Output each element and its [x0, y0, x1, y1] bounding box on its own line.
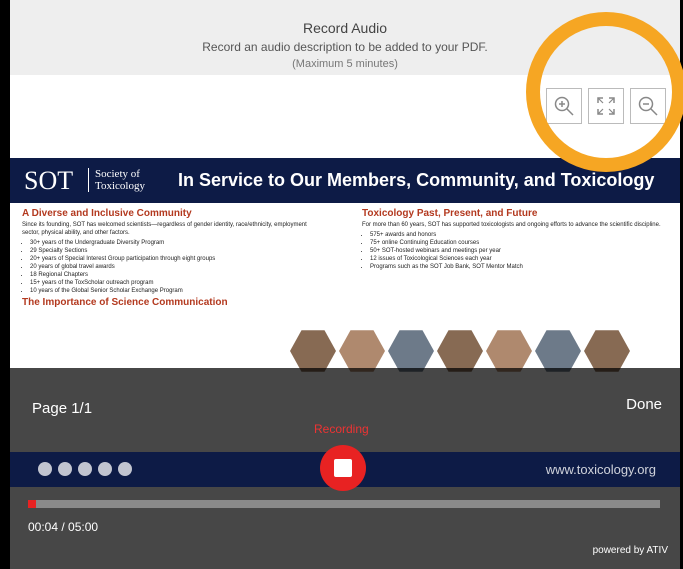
right-intro: For more than 60 years, SOT has supporte… [362, 222, 661, 228]
left-item: 10 years of the Global Senior Scholar Ex… [30, 287, 322, 295]
stop-icon [334, 459, 352, 477]
right-item: 575+ awards and honors [370, 231, 662, 239]
sot-logo-text: Society of Toxicology [88, 168, 145, 192]
left-heading: A Diverse and Inclusive Community [22, 208, 192, 219]
left-item: 30+ years of the Undergraduate Diversity… [30, 239, 322, 247]
done-button[interactable]: Done [626, 396, 662, 413]
highlight-circle [526, 12, 683, 172]
page-indicator: Page 1/1 [32, 400, 93, 417]
left-item: 20 years of global travel awards [30, 263, 322, 271]
recording-progress-bar[interactable] [28, 500, 660, 508]
facebook-icon [38, 462, 52, 476]
powered-by: powered by ATIV [592, 545, 668, 556]
website-url: www.toxicology.org [545, 462, 656, 477]
recording-time: 00:04 / 05:00 [28, 520, 99, 534]
recording-status: Recording [314, 422, 369, 436]
twitter-icon [118, 462, 132, 476]
youtube-icon [98, 462, 112, 476]
right-item: 75+ online Continuing Education courses [370, 239, 662, 247]
instagram-icon [58, 462, 72, 476]
social-icons [38, 462, 132, 476]
left-item: 15+ years of the ToxScholar outreach pro… [30, 279, 322, 287]
right-item: Programs such as the SOT Job Bank, SOT M… [370, 263, 662, 271]
pdf-right-column: Toxicology Past, Present, and Future For… [362, 208, 662, 275]
left-item: 29 Specialty Sections [30, 247, 322, 255]
right-item: 50+ SOT-hosted webinars and meetings per… [370, 247, 662, 255]
linkedin-icon [78, 462, 92, 476]
left-item: 20+ years of Special Interest Group part… [30, 255, 322, 263]
logo-line-1: Society of [95, 168, 140, 180]
sot-logo: SOT [24, 166, 74, 195]
pdf-tagline: In Service to Our Members, Community, an… [178, 170, 655, 190]
left-intro: Since its founding, SOT has welcomed sci… [22, 222, 307, 236]
stop-recording-button[interactable] [320, 445, 366, 491]
recording-progress-fill [28, 500, 37, 508]
logo-line-2: Toxicology [95, 180, 145, 192]
right-heading: Toxicology Past, Present, and Future [362, 208, 538, 219]
pdf-left-column: A Diverse and Inclusive Community Since … [22, 208, 322, 310]
left-item: 18 Regional Chapters [30, 271, 322, 279]
right-item: 12 issues of Toxicological Sciences each… [370, 255, 662, 263]
left-heading-2: The Importance of Science Communication [22, 297, 228, 308]
